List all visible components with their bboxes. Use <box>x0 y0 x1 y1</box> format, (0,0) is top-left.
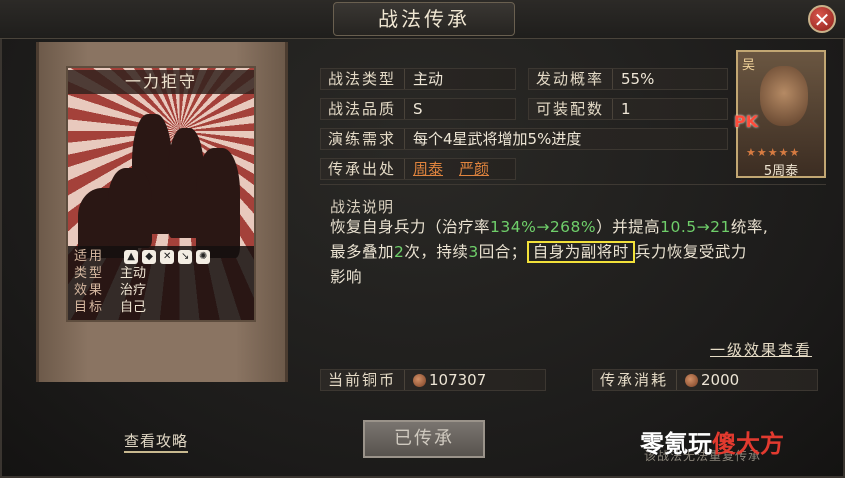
card-row-effect: 效果 治疗 <box>74 282 146 299</box>
attr-value: 每个4星武将增加5%进度 <box>413 130 582 148</box>
general-name: 5周泰 <box>763 164 799 179</box>
source-link-yanyan[interactable]: 严颜 <box>459 160 489 178</box>
general-face <box>760 66 808 126</box>
attr-value: 55% <box>621 70 655 88</box>
attr-label: 可装配数 <box>529 99 613 119</box>
card-row-value: 自己 <box>120 300 147 315</box>
heal-rate-value: 134%→268% <box>490 218 597 236</box>
copper-balance: 当前铜币 107307 <box>320 369 546 391</box>
cavalry-icon: ▲ <box>124 249 139 264</box>
attr-label: 传承出处 <box>321 159 405 179</box>
star-rating: ★★★★★ <box>746 146 801 159</box>
soldier-silhouette <box>196 148 240 258</box>
attr-label: 战法品质 <box>321 99 405 119</box>
inherited-button[interactable]: 已传承 <box>363 420 485 458</box>
skill-card: 一力拒守 适用 ▲ ◆ ✕ ↘ ✺ 类型 主动 效果 治疗 目标 自己 <box>66 66 256 322</box>
applicable-icons: ▲ ◆ ✕ ↘ ✺ <box>124 249 214 264</box>
desc-seg: 回合； <box>478 243 527 261</box>
attr-quality: 战法品质 S <box>320 98 516 120</box>
desc-seg: 次，持续 <box>404 243 469 261</box>
source-link-zhoutai[interactable]: 周泰 <box>413 160 443 178</box>
attr-train: 演练需求 每个4星武将增加5%进度 <box>320 128 728 150</box>
desc-seg: 影响 <box>330 268 363 286</box>
card-info-panel: 适用 ▲ ◆ ✕ ↘ ✺ 类型 主动 效果 治疗 目标 自己 <box>68 246 254 320</box>
inherit-cost: 传承消耗 2000 <box>592 369 818 391</box>
spear-icon: ↘ <box>178 249 193 264</box>
watermark: 零氪玩傻大方 <box>640 424 784 459</box>
card-row-applicable: 适用 ▲ ◆ ✕ ↘ ✺ <box>74 248 214 265</box>
cost-label: 当前铜币 <box>321 370 405 390</box>
cost-label: 传承消耗 <box>593 370 677 390</box>
attr-label: 战法类型 <box>321 69 405 89</box>
attr-value: 主动 <box>413 70 444 88</box>
cost-value: 107307 <box>429 371 487 389</box>
attr-rate: 发动概率 55% <box>528 68 728 90</box>
general-portrait[interactable]: 吴 PK ★★★★★ 5周泰 <box>734 50 826 179</box>
card-row-key: 适用 <box>74 249 105 264</box>
attr-type: 战法类型 主动 <box>320 68 516 90</box>
card-row-target: 目标 自己 <box>74 299 146 316</box>
section-divider <box>320 184 826 185</box>
kingdom-badge: 吴 <box>742 58 756 73</box>
attr-value: 1 <box>621 100 631 118</box>
window-title: 战法传承 <box>333 2 515 36</box>
desc-seg: ）并提高 <box>596 218 661 236</box>
attr-value: S <box>413 100 423 118</box>
desc-seg: 恢复自身兵力（治疗率 <box>330 218 491 236</box>
card-row-type: 类型 主动 <box>74 265 146 282</box>
effect-view-link[interactable]: 一级效果查看 <box>710 339 812 360</box>
card-row-value: 主动 <box>120 266 147 281</box>
watermark-text-red: 傻大方 <box>712 430 784 458</box>
copper-coin-icon <box>685 374 698 387</box>
desc-seg: 最多叠加 <box>330 243 395 261</box>
duration-value: 3 <box>468 243 479 261</box>
bow-icon: ✕ <box>160 249 175 264</box>
stack-value: 2 <box>394 243 405 261</box>
card-name: 一力拒守 <box>68 70 254 94</box>
close-button[interactable]: ✕ <box>808 5 836 33</box>
description-text: 恢复自身兵力（治疗率134%→268%）并提高10.5→21统率, 最多叠加2次… <box>330 215 820 290</box>
card-row-key: 目标 <box>74 300 105 315</box>
card-row-value: 治疗 <box>120 283 147 298</box>
attr-equip: 可装配数 1 <box>528 98 728 120</box>
highlighted-condition: 自身为副将时 <box>526 241 635 263</box>
cost-value: 2000 <box>701 371 740 389</box>
watermark-text: 零氪玩 <box>640 430 712 458</box>
shield-icon: ◆ <box>142 249 157 264</box>
attr-label: 演练需求 <box>321 129 405 149</box>
desc-seg: 兵力恢复受武力 <box>634 243 747 261</box>
soldier-silhouette <box>108 168 152 248</box>
card-row-key: 效果 <box>74 283 105 298</box>
copper-coin-icon <box>413 374 426 387</box>
card-row-key: 类型 <box>74 266 105 281</box>
view-guide-link[interactable]: 查看攻略 <box>124 430 189 453</box>
description-title: 战法说明 <box>330 198 395 216</box>
stat-gain-value: 10.5→21 <box>660 218 731 236</box>
title-bar: 战法传承 ✕ <box>0 0 845 39</box>
pk-badge: PK <box>734 112 759 131</box>
wheel-icon: ✺ <box>196 249 211 264</box>
attr-source: 传承出处 周泰 严颜 <box>320 158 516 180</box>
desc-seg: 统率, <box>730 218 769 236</box>
attr-label: 发动概率 <box>529 69 613 89</box>
